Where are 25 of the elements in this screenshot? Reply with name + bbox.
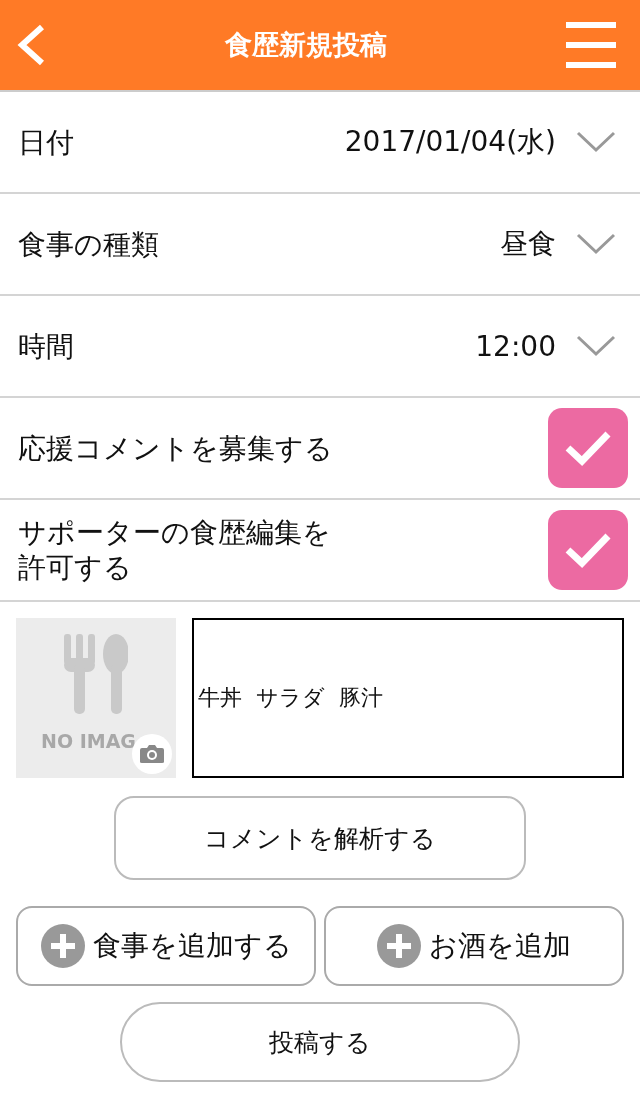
checkbox[interactable] (548, 510, 628, 590)
analyze-button[interactable]: コメントを解析する (114, 796, 526, 880)
select-value[interactable]: 12:00 (475, 329, 556, 363)
menu-icon[interactable] (566, 22, 616, 68)
plus-icon (377, 924, 421, 968)
row-label: 日付 (18, 124, 75, 160)
comment-field[interactable]: 牛丼 サラダ 豚汁 (192, 618, 624, 778)
cutlery-icon (64, 634, 128, 714)
select-value[interactable]: 昼食 (500, 225, 556, 263)
page-title: 食歴新規投稿 (225, 28, 387, 62)
post-button[interactable]: 投稿する (120, 1002, 520, 1082)
add-button[interactable]: 食事を追加する (16, 906, 316, 986)
chevron-down-icon[interactable] (576, 131, 616, 153)
no-image-text: NO IMAG (41, 730, 136, 752)
back-icon[interactable] (16, 23, 46, 67)
select-value[interactable]: 2017/01/04(水) (344, 123, 556, 161)
row-label: 時間 (18, 328, 75, 364)
row-label: 食事の種類 (18, 226, 160, 262)
chevron-down-icon[interactable] (576, 335, 616, 357)
row-label: 応援コメントを募集する (18, 430, 334, 466)
chevron-down-icon[interactable] (576, 233, 616, 255)
row-label: サポーターの食歴編集を許可する (18, 515, 332, 585)
add-button[interactable]: お酒を追加 (324, 906, 624, 986)
plus-icon (40, 924, 85, 968)
checkbox[interactable] (548, 408, 628, 488)
